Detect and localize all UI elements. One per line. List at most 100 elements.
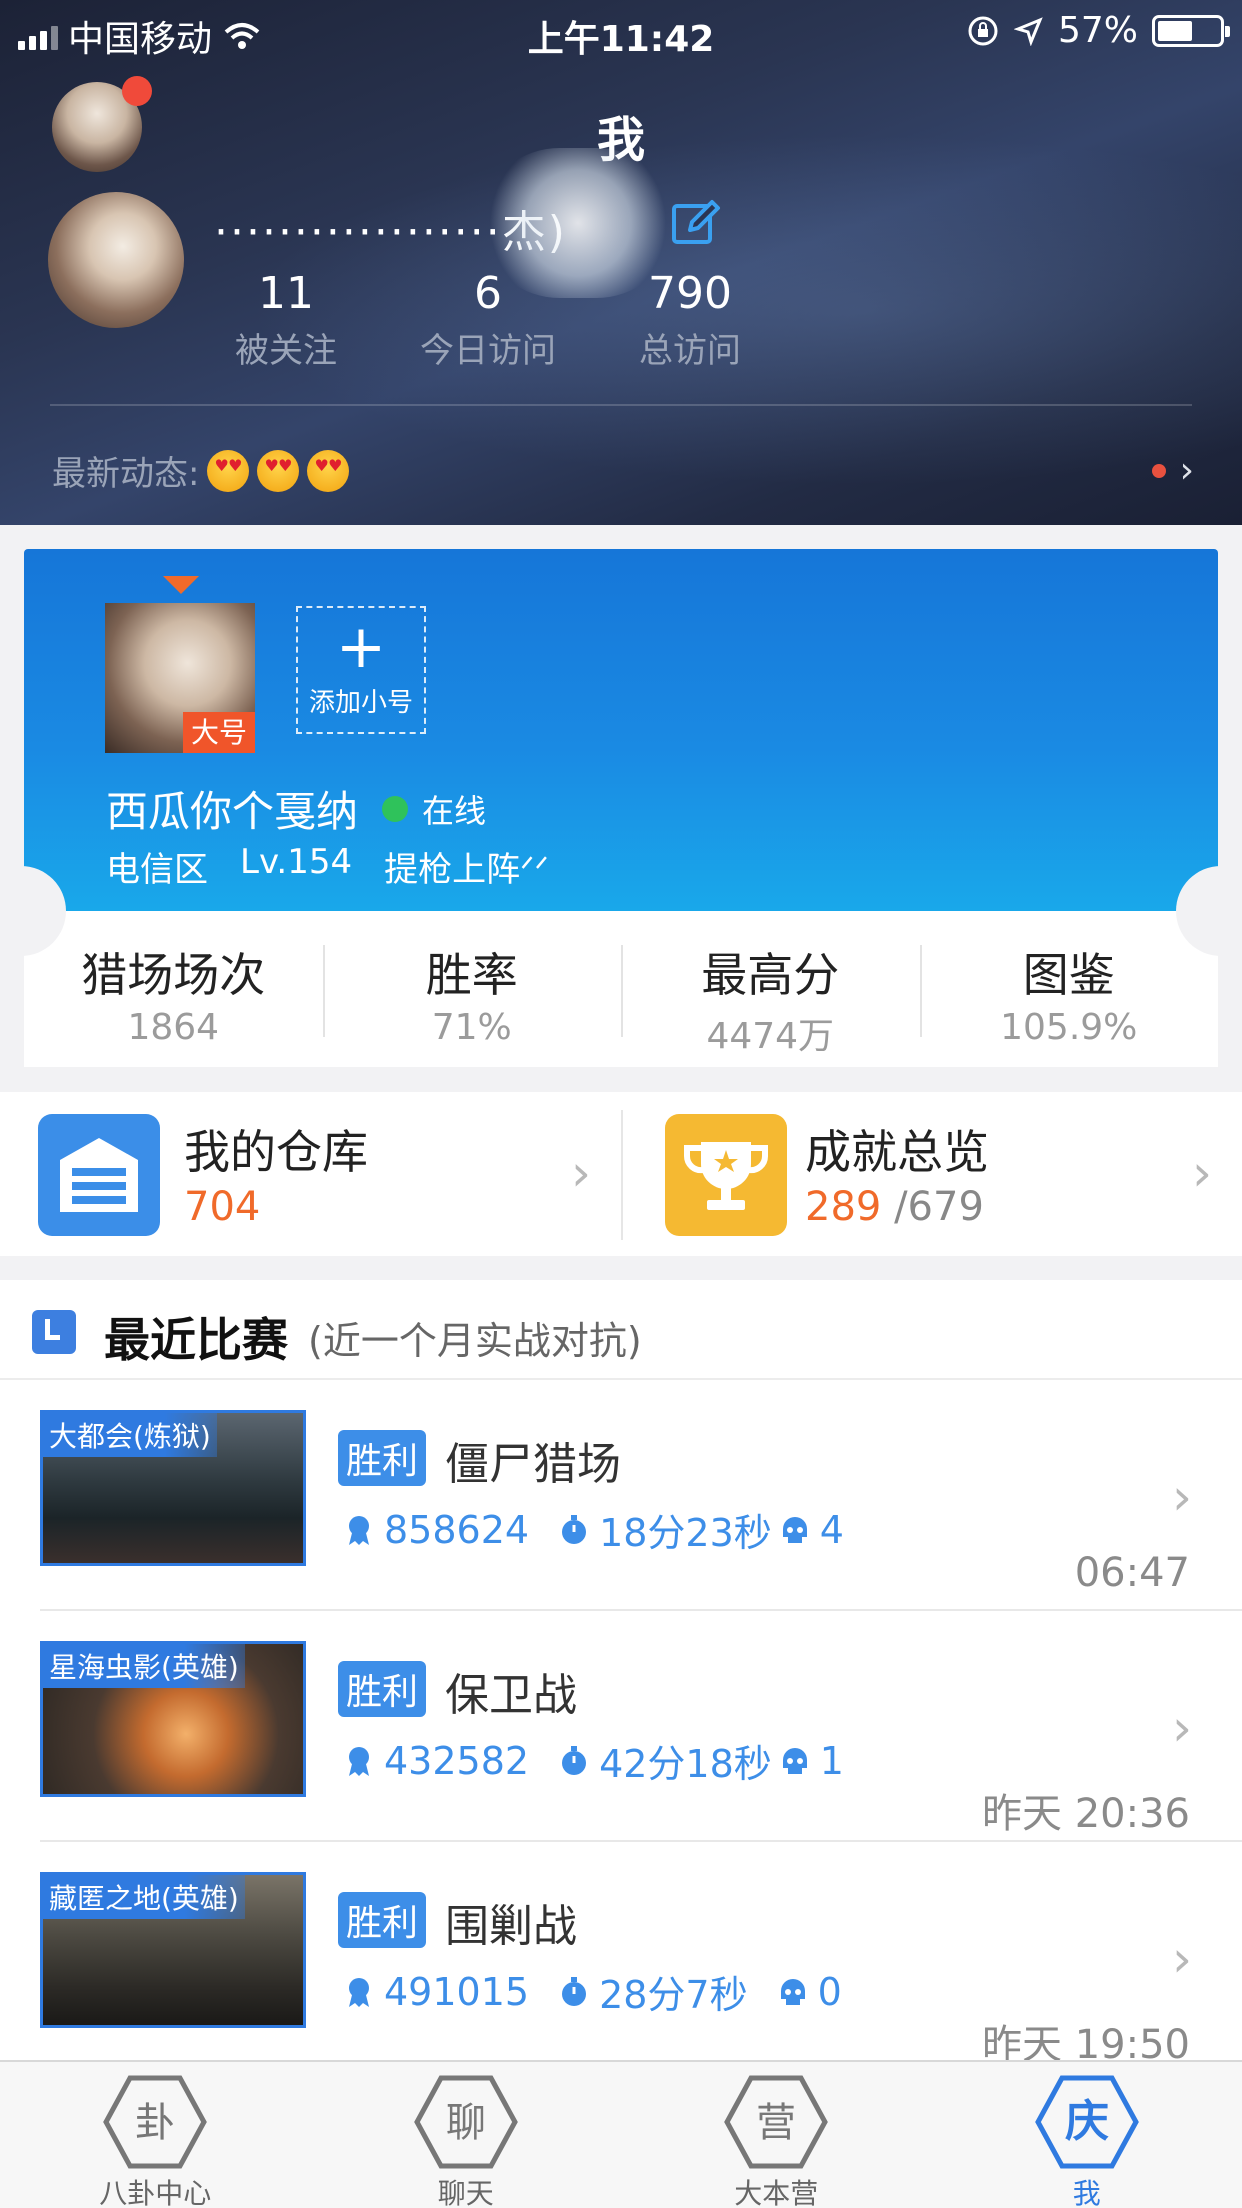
account-info-row: 电信区 Lv.154 提枪上阵ᐟᐟ	[106, 842, 549, 891]
account-name: 西瓜你个戛纳	[106, 787, 359, 836]
account-level: Lv.154	[240, 842, 353, 882]
latest-activity-label: 最新动态:	[52, 454, 200, 494]
match-time: 昨天 19:50	[982, 2022, 1190, 2060]
profile-avatar[interactable]	[48, 192, 184, 328]
recent-matches-header: 最近比赛 (近一个月实战对抗)	[0, 1280, 1242, 1380]
divider	[50, 404, 1192, 406]
match-item[interactable]: 藏匿之地(英雄) 胜利 围剿战 491015 28分7秒 0 › 昨天 19:5…	[0, 1842, 1242, 2060]
status-bar: 中国移动 上午11:42 57%	[0, 0, 1242, 60]
achievement-title: 成就总览	[805, 1125, 989, 1179]
stat-value: 1864	[127, 1007, 220, 1048]
heart-eyes-emoji-icon	[207, 449, 250, 492]
account-title: 提枪上阵ᐟᐟ	[384, 850, 549, 890]
warehouse-count: 704	[184, 1184, 261, 1230]
add-sub-account-button[interactable]: + 添加小号	[296, 606, 426, 734]
chevron-right-icon: ›	[1192, 1144, 1212, 1202]
stat-hunt-count[interactable]: 猎场场次 1864	[24, 911, 323, 1067]
achievement-progress: 289 /679	[805, 1184, 984, 1230]
selected-indicator-icon	[163, 576, 199, 594]
tab-label: 聊天	[437, 2177, 494, 2208]
chevron-right-icon: ›	[571, 1144, 591, 1202]
account-server: 电信区	[106, 850, 208, 890]
tab-bar: 卦 八卦中心 聊 聊天 营 大本营 庆 我	[0, 2060, 1242, 2208]
warehouse-entry[interactable]: 我的仓库 704 ›	[0, 1092, 621, 1256]
stat-value: 790	[648, 268, 732, 319]
achievement-done: 289	[805, 1184, 882, 1230]
stat-total-visits[interactable]: 790 总访问	[589, 268, 791, 372]
unread-dot	[1151, 463, 1166, 478]
achievement-entry[interactable]: 成就总览 289 /679 ›	[621, 1092, 1242, 1256]
match-stats: 432582 42分18秒 1	[342, 1733, 844, 1788]
match-result-badge: 胜利	[338, 1661, 427, 1717]
chevron-right-icon: ›	[1179, 450, 1194, 491]
stat-today-visits[interactable]: 6 今日访问	[387, 268, 589, 372]
latest-activity[interactable]: 最新动态:	[52, 446, 350, 495]
match-item[interactable]: 星海虫影(英雄) 胜利 保卫战 432582 42分18秒 1 › 昨天 20:…	[0, 1611, 1242, 1842]
online-status-label: 在线	[422, 791, 487, 830]
game-stats-row: 猎场场次 1864 胜率 71% 最高分 4474万 图鉴 105.9%	[24, 911, 1218, 1067]
warehouse-title: 我的仓库	[184, 1125, 368, 1179]
map-name: 大都会(炼狱)	[43, 1413, 217, 1457]
match-stats: 858624 18分23秒 4	[342, 1502, 844, 1557]
stopwatch-icon	[562, 1514, 587, 1544]
stat-value: 6	[474, 268, 502, 319]
stopwatch-icon	[562, 1976, 587, 2006]
quick-links-row: 我的仓库 704 › 成就总览 289 /679 ›	[0, 1092, 1242, 1256]
warehouse-count-row: 704	[184, 1184, 260, 1230]
stat-value: 71%	[431, 1007, 512, 1048]
stat-win-rate[interactable]: 胜率 71%	[322, 911, 622, 1067]
account-name-row: 西瓜你个戛纳 在线	[106, 778, 486, 839]
stat-high-score[interactable]: 最高分 4474万	[621, 911, 920, 1067]
base-camp-icon: 营	[724, 2075, 829, 2169]
match-duration: 28分7秒	[599, 1973, 748, 2017]
trophy-icon	[665, 1114, 787, 1236]
svg-text:聊: 聊	[446, 2100, 486, 2146]
stat-collection[interactable]: 图鉴 105.9%	[919, 911, 1219, 1067]
location-icon	[1013, 16, 1043, 46]
recent-matches-title: 最近比赛	[104, 1313, 288, 1367]
me-icon: 庆	[1034, 2075, 1139, 2169]
stat-value: 11	[258, 268, 314, 319]
skull-icon	[780, 1978, 805, 2005]
tab-chat[interactable]: 聊 聊天	[311, 2062, 622, 2208]
medal-icon	[349, 1746, 369, 1776]
recent-matches-subtitle: (近一个月实战对抗)	[308, 1319, 642, 1363]
stat-label: 最高分	[701, 948, 840, 1002]
tab-label: 大本营	[734, 2177, 819, 2208]
heart-eyes-emoji-icon	[307, 449, 350, 492]
chevron-right-icon: ›	[1172, 1930, 1192, 1988]
match-score: 432582	[384, 1738, 530, 1783]
chevron-right-icon: ›	[1172, 1468, 1192, 1526]
edit-icon[interactable]	[670, 196, 722, 248]
tab-base-camp[interactable]: 营 大本营	[621, 2062, 932, 2208]
profile-header: 中国移动 上午11:42 57% 我 ··················杰)	[0, 0, 1242, 525]
stat-value: 4474万	[706, 1016, 835, 1057]
achievement-total: /679	[894, 1184, 984, 1230]
heart-eyes-emoji-icon	[257, 449, 300, 492]
rotation-lock-icon	[968, 16, 998, 45]
latest-activity-link[interactable]: ›	[1151, 450, 1194, 491]
tab-gossip-center[interactable]: 卦 八卦中心	[0, 2062, 311, 2208]
skull-icon	[782, 1516, 807, 1543]
map-name: 藏匿之地(英雄)	[43, 1875, 245, 1919]
match-deaths: 4	[819, 1507, 844, 1552]
match-stats: 491015 28分7秒 0	[342, 1964, 842, 2019]
match-result-badge: 胜利	[338, 1892, 427, 1948]
clock-icon	[32, 1310, 76, 1354]
svg-text:营: 营	[756, 2100, 796, 2146]
warehouse-icon	[38, 1114, 160, 1236]
stat-label: 胜率	[425, 948, 518, 1002]
match-deaths: 1	[819, 1738, 844, 1783]
match-item[interactable]: 大都会(炼狱) 胜利 僵尸猎场 858624 18分23秒 4 › 06:47	[0, 1380, 1242, 1611]
medal-icon	[349, 1977, 369, 2007]
match-duration: 18分23秒	[599, 1511, 772, 1555]
skull-icon	[782, 1747, 807, 1774]
svg-text:卦: 卦	[135, 2100, 175, 2146]
stopwatch-icon	[562, 1745, 587, 1775]
stat-followers[interactable]: 11 被关注	[185, 268, 387, 372]
tab-me[interactable]: 庆 我	[932, 2062, 1242, 2208]
battery-icon	[1152, 14, 1230, 47]
svg-text:庆: 庆	[1065, 2096, 1109, 2147]
map-thumbnail: 大都会(炼狱)	[40, 1410, 306, 1566]
match-score: 491015	[384, 1969, 530, 2014]
